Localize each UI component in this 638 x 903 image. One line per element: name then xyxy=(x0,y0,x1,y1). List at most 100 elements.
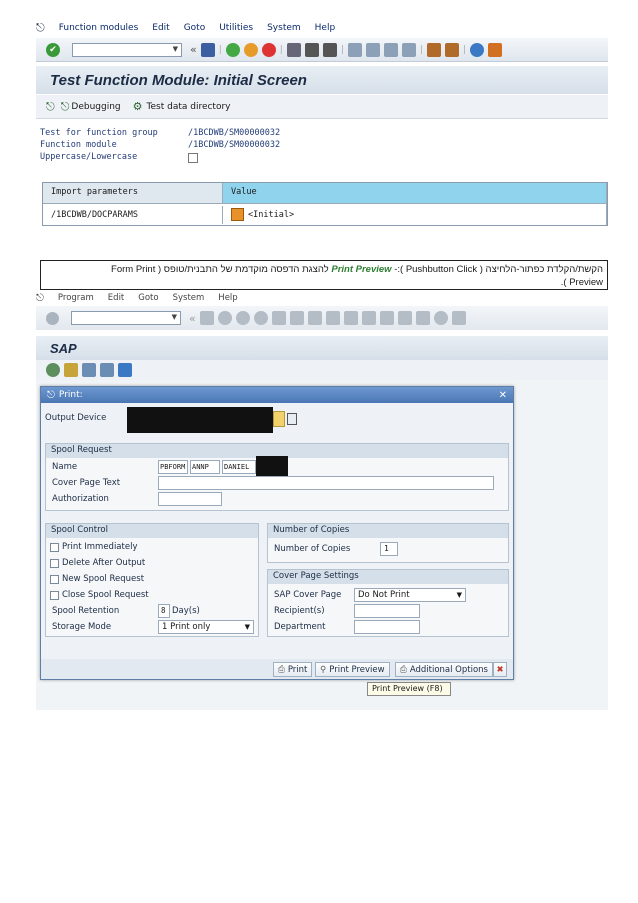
next-page-icon[interactable] xyxy=(383,42,398,57)
title-bar: Test Function Module: Initial Screen xyxy=(36,66,608,94)
shortcut-icon[interactable] xyxy=(444,42,459,57)
new-session-icon-2[interactable] xyxy=(397,311,412,325)
exit-icon[interactable] xyxy=(243,42,258,57)
uppercase-label: Uppercase/Lowercase xyxy=(40,152,138,162)
command-field[interactable] xyxy=(72,42,182,57)
selection-options-icon[interactable] xyxy=(82,363,96,377)
new-session-icon[interactable] xyxy=(426,42,441,57)
name-part-3[interactable]: DANIEL xyxy=(222,460,256,474)
print-immediately-label: Print Immediately xyxy=(62,542,138,552)
find-next-icon-2[interactable] xyxy=(307,311,322,325)
recipients-input[interactable] xyxy=(354,604,420,618)
output-device-search-icon[interactable] xyxy=(287,413,297,425)
menu-function-modules[interactable]: Function modules xyxy=(59,23,139,33)
back-arrows-icon-2[interactable]: « xyxy=(189,312,196,325)
execute-icon[interactable] xyxy=(46,363,60,377)
value-header[interactable]: Value xyxy=(223,183,607,203)
enter-check-icon[interactable]: ✔ xyxy=(46,42,60,57)
instruction-box: הקשת/הקלדת כפתור-הלחיצה ( Pushbutton Cli… xyxy=(40,260,608,290)
value-cell[interactable]: <Initial> xyxy=(223,204,607,225)
menu-exit-icon-2[interactable]: ⎋ xyxy=(36,293,44,304)
table-row[interactable]: /1BCDWB/DOCPARAMS <Initial> xyxy=(43,203,607,225)
menu-program[interactable]: Program xyxy=(58,293,94,303)
back-icon-2[interactable] xyxy=(217,311,232,325)
previous-page-icon-2[interactable] xyxy=(343,311,358,325)
instruction-post: להצגת הדפסה מוקדמת של התבנית/טופס ( Form… xyxy=(111,264,332,275)
menu-edit-2[interactable]: Edit xyxy=(108,293,124,303)
back-icon[interactable] xyxy=(225,42,240,57)
help-icon[interactable] xyxy=(469,42,484,57)
separator: | xyxy=(218,44,222,55)
menu-edit[interactable]: Edit xyxy=(152,23,169,33)
storage-mode-value: 1 Print only xyxy=(162,622,211,632)
spool-retention-input[interactable]: 8 xyxy=(158,604,170,618)
cover-page-text-input[interactable] xyxy=(158,476,494,490)
new-spool-request-option[interactable]: New Spool Request xyxy=(50,574,144,584)
name-part-2[interactable]: ANNP xyxy=(190,460,220,474)
first-page-icon-2[interactable] xyxy=(325,311,340,325)
exit-icon-2[interactable] xyxy=(235,311,250,325)
debugging-button[interactable]: ⎋ Debugging xyxy=(61,100,121,114)
print-button[interactable]: ⎙ Print xyxy=(273,662,313,677)
department-input[interactable] xyxy=(354,620,420,634)
cancel-icon-2[interactable] xyxy=(253,311,268,325)
new-spool-request-checkbox[interactable] xyxy=(50,574,59,584)
find-icon-2[interactable] xyxy=(289,311,304,325)
menu-goto-2[interactable]: Goto xyxy=(138,293,158,303)
last-page-icon-2[interactable] xyxy=(379,311,394,325)
dialog-button-bar: ⎙ Print ⚲ Print Preview ⎙ Additional Opt… xyxy=(41,659,513,679)
output-device-field[interactable] xyxy=(127,407,273,433)
menu-help[interactable]: Help xyxy=(315,23,336,33)
last-page-icon[interactable] xyxy=(401,42,416,57)
uppercase-checkbox[interactable] xyxy=(188,153,198,163)
output-device-f4-help[interactable] xyxy=(273,411,285,427)
test-data-directory-button[interactable]: ⚙ Test data directory xyxy=(133,100,231,113)
find-next-icon[interactable] xyxy=(322,42,337,57)
print-icon[interactable] xyxy=(286,42,301,57)
authorization-input[interactable] xyxy=(158,492,222,506)
delete-after-output-option[interactable]: Delete After Output xyxy=(50,558,145,568)
storage-mode-select[interactable]: 1 Print only ▼ xyxy=(158,620,254,634)
previous-page-icon[interactable] xyxy=(365,42,380,57)
close-icon[interactable]: ✕ xyxy=(499,390,507,401)
save-icon-2[interactable] xyxy=(199,311,214,325)
cancel-icon[interactable] xyxy=(261,42,276,57)
import-parameters-header[interactable]: Import parameters xyxy=(43,183,223,203)
customize-layout-icon-2[interactable] xyxy=(451,311,466,325)
print-icon-2[interactable] xyxy=(271,311,286,325)
menu-system-2[interactable]: System xyxy=(173,293,205,303)
new-spool-request-label: New Spool Request xyxy=(62,574,145,584)
variant-icon[interactable] xyxy=(64,363,78,377)
print-immediately-checkbox[interactable] xyxy=(50,542,59,552)
info-icon[interactable] xyxy=(118,363,132,377)
menu-exit-icon[interactable]: ⎋ xyxy=(36,21,45,35)
print-preview-button[interactable]: ⚲ Print Preview xyxy=(315,662,390,677)
close-spool-request-checkbox[interactable] xyxy=(50,590,59,600)
customize-layout-icon[interactable] xyxy=(487,42,502,57)
menu-utilities[interactable]: Utilities xyxy=(219,23,253,33)
sap-cover-page-select[interactable]: Do Not Print ▼ xyxy=(354,588,466,602)
printer-icon: ⎙ xyxy=(278,664,285,675)
close-spool-request-option[interactable]: Close Spool Request xyxy=(50,590,149,600)
shortcut-icon-2[interactable] xyxy=(415,311,430,325)
copies-input[interactable]: 1 xyxy=(380,542,398,556)
back-arrows-icon[interactable]: « xyxy=(190,43,197,56)
name-part-1[interactable]: PBFORM xyxy=(158,460,188,474)
find-icon[interactable] xyxy=(304,42,319,57)
menu-system[interactable]: System xyxy=(267,23,301,33)
help-icon-2[interactable] xyxy=(433,311,448,325)
enter-check-icon-2[interactable] xyxy=(46,311,59,325)
debug-execute-icon[interactable]: ⎋ xyxy=(46,100,55,114)
menu-goto[interactable]: Goto xyxy=(184,23,206,33)
next-page-icon-2[interactable] xyxy=(361,311,376,325)
edit-parameter-icon[interactable] xyxy=(231,208,244,221)
cancel-button[interactable]: ✖ xyxy=(493,662,507,677)
delete-after-output-checkbox[interactable] xyxy=(50,558,59,568)
document-icon[interactable] xyxy=(100,363,114,377)
command-field-2[interactable] xyxy=(71,311,181,325)
menu-help-2[interactable]: Help xyxy=(218,293,237,303)
print-immediately-option[interactable]: Print Immediately xyxy=(50,542,137,552)
save-icon[interactable] xyxy=(200,42,215,57)
first-page-icon[interactable] xyxy=(347,42,362,57)
additional-options-button[interactable]: ⎙ Additional Options xyxy=(395,662,493,677)
